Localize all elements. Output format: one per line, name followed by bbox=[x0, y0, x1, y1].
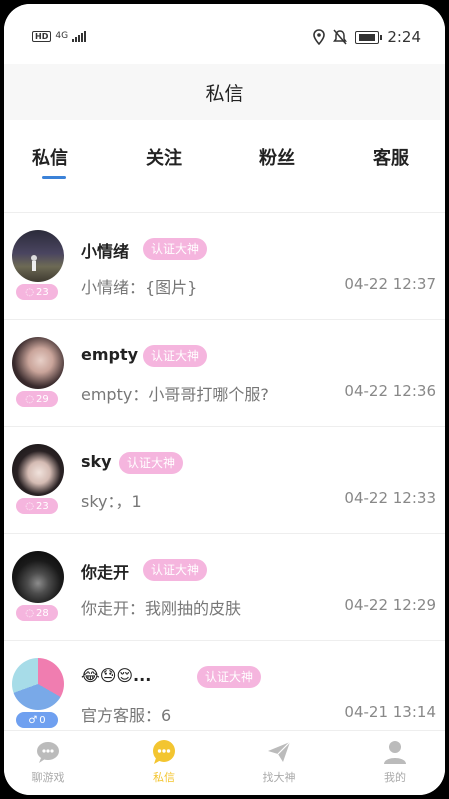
message-row[interactable]: ◌ 23 小情绪 认证大神 小情绪：{图片} 04-22 12:37 bbox=[4, 213, 445, 320]
avatar[interactable] bbox=[12, 230, 64, 282]
avatar[interactable] bbox=[12, 337, 64, 389]
tab-following[interactable]: 关注 bbox=[146, 144, 182, 170]
sender-name: 你走开 bbox=[81, 563, 130, 582]
message-time: 04-21 13:14 bbox=[344, 703, 436, 721]
tab-indicator bbox=[42, 176, 66, 179]
message-time: 04-22 12:37 bbox=[344, 275, 436, 293]
mute-bell-icon bbox=[333, 29, 348, 45]
tab-messages[interactable]: 私信 bbox=[32, 144, 68, 170]
message-preview: 官方客服：6 bbox=[81, 706, 172, 725]
status-time: 2:24 bbox=[387, 28, 421, 46]
battery-icon bbox=[355, 30, 383, 44]
chat-bubble-icon: ◌ bbox=[25, 393, 34, 405]
person-icon bbox=[384, 741, 406, 764]
message-count-badge: ◌ 23 bbox=[16, 498, 58, 514]
certified-badge: 认证大神 bbox=[143, 345, 208, 367]
male-icon: ♂ bbox=[28, 714, 38, 726]
nav-find-master[interactable]: 找大神 bbox=[249, 739, 309, 785]
message-preview: 你走开：我刚抽的皮肤 bbox=[81, 599, 242, 618]
network-type: 4G bbox=[55, 31, 69, 41]
chat-game-icon bbox=[37, 742, 59, 763]
message-count-badge: ♂ 0 bbox=[16, 712, 58, 728]
message-time: 04-22 12:33 bbox=[344, 489, 436, 507]
message-count-badge: ◌ 28 bbox=[16, 605, 58, 621]
status-bar: HD 4G 2:24 bbox=[4, 4, 445, 64]
chat-bubble-icon: ◌ bbox=[25, 607, 34, 619]
message-time: 04-22 12:29 bbox=[344, 596, 436, 614]
message-row[interactable]: ◌ 28 你走开 认证大神 你走开：我刚抽的皮肤 04-22 12:29 bbox=[4, 534, 445, 641]
nav-label: 聊游戏 bbox=[31, 771, 65, 784]
sender-name: empty bbox=[81, 345, 139, 364]
message-preview: 小情绪：{图片} bbox=[81, 278, 198, 297]
tab-support[interactable]: 客服 bbox=[373, 144, 409, 170]
certified-badge: 认证大神 bbox=[143, 559, 208, 581]
avatar-image bbox=[31, 255, 37, 271]
message-count-badge: ◌ 23 bbox=[16, 284, 58, 300]
avatar[interactable] bbox=[12, 444, 64, 496]
nav-profile[interactable]: 我的 bbox=[365, 739, 425, 785]
message-icon bbox=[153, 740, 175, 764]
status-left: HD 4G bbox=[32, 30, 87, 42]
tab-fans[interactable]: 粉丝 bbox=[259, 144, 295, 170]
message-list: ◌ 23 小情绪 认证大神 小情绪：{图片} 04-22 12:37 ◌ 29 em… bbox=[4, 212, 445, 747]
nav-label: 我的 bbox=[384, 771, 406, 784]
nav-chat-game[interactable]: 聊游戏 bbox=[18, 739, 78, 785]
message-row[interactable]: ◌ 29 empty 认证大神 empty：小哥哥打哪个服? 04-22 12:3… bbox=[4, 320, 445, 427]
status-right: 2:24 bbox=[313, 28, 421, 46]
message-preview: empty：小哥哥打哪个服? bbox=[81, 385, 269, 404]
certified-badge: 认证大神 bbox=[143, 238, 208, 260]
bottom-nav: 聊游戏 私信 找大神 我的 bbox=[4, 730, 445, 795]
nav-label: 找大神 bbox=[262, 771, 296, 784]
message-row[interactable]: ◌ 23 sky 认证大神 sky：，1 04-22 12:33 bbox=[4, 427, 445, 534]
signal-icon bbox=[72, 30, 87, 42]
nav-messages[interactable]: 私信 bbox=[134, 739, 194, 785]
sender-name: 😂😓😌... bbox=[81, 666, 152, 685]
certified-badge: 认证大神 bbox=[119, 452, 184, 474]
location-icon bbox=[313, 29, 326, 45]
avatar[interactable] bbox=[12, 658, 64, 710]
avatar[interactable] bbox=[12, 551, 64, 603]
message-time: 04-22 12:36 bbox=[344, 382, 436, 400]
hd-indicator: HD bbox=[32, 30, 52, 42]
message-preview: sky：，1 bbox=[81, 492, 142, 511]
certified-badge: 认证大神 bbox=[197, 666, 262, 688]
tab-bar: 私信 关注 粉丝 客服 bbox=[4, 130, 445, 186]
nav-label: 私信 bbox=[153, 771, 175, 784]
paper-plane-icon bbox=[268, 741, 291, 762]
phone-screen: HD 4G 2:24 私信 私信 关注 粉丝 客服 ◌ 23 小情绪 认证大神 小… bbox=[4, 4, 445, 795]
chat-bubble-icon: ◌ bbox=[25, 286, 34, 298]
message-count-badge: ◌ 29 bbox=[16, 391, 58, 407]
sender-name: sky bbox=[81, 452, 112, 471]
page-title: 私信 bbox=[4, 64, 445, 120]
sender-name: 小情绪 bbox=[81, 242, 130, 261]
chat-bubble-icon: ◌ bbox=[25, 500, 34, 512]
